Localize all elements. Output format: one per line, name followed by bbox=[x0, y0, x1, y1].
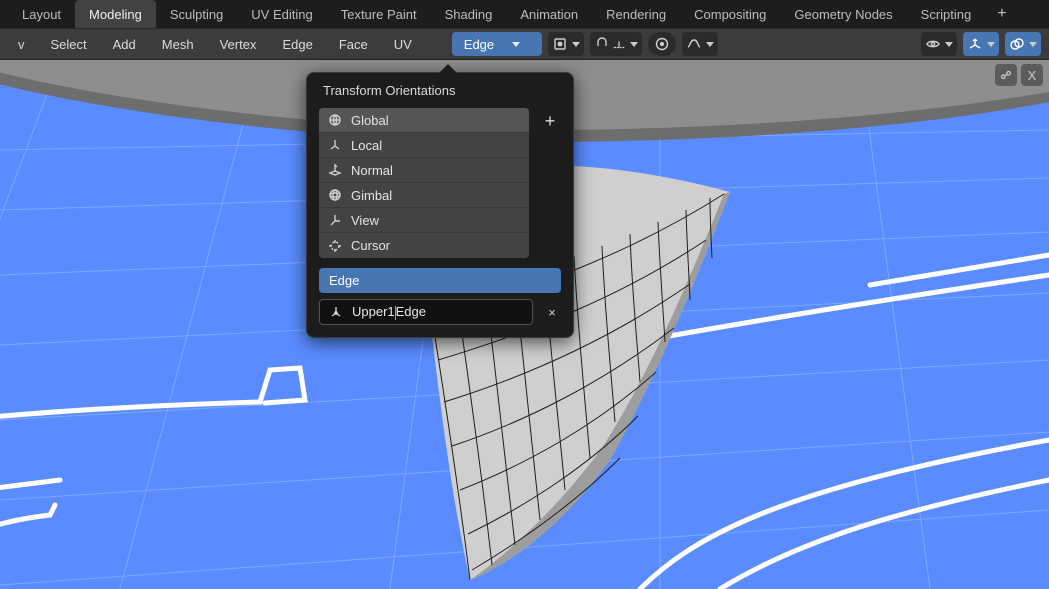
orientation-label: Cursor bbox=[351, 238, 390, 253]
remove-orientation-button[interactable]: × bbox=[543, 303, 561, 321]
pivot-icon bbox=[552, 36, 568, 52]
chevron-down-icon bbox=[630, 42, 638, 47]
orientation-label: Global bbox=[351, 113, 389, 128]
transform-orientation-dropdown[interactable]: Edge bbox=[452, 32, 542, 56]
proportional-edit-icon bbox=[654, 36, 670, 52]
workspace-tab-modeling[interactable]: Modeling bbox=[75, 0, 156, 28]
chevron-down-icon bbox=[706, 42, 714, 47]
orientation-active-row[interactable]: Edge bbox=[319, 268, 561, 293]
overlays-toggle[interactable] bbox=[1005, 32, 1041, 56]
menu-mesh[interactable]: Mesh bbox=[152, 32, 204, 56]
chevron-down-icon bbox=[987, 42, 995, 47]
workspace-tab-rendering[interactable]: Rendering bbox=[592, 0, 680, 28]
cursor-orientation-icon bbox=[327, 238, 343, 254]
menu-add[interactable]: Add bbox=[103, 32, 146, 56]
close-area-button[interactable]: X bbox=[1021, 64, 1043, 86]
orientation-list: Global Local Normal Gimbal bbox=[319, 108, 529, 258]
add-orientation-button[interactable]: + bbox=[539, 110, 561, 132]
snap-button[interactable] bbox=[590, 32, 642, 56]
gimbal-orientation-icon bbox=[327, 187, 343, 203]
orientation-item-view[interactable]: View bbox=[319, 208, 529, 233]
visibility-dropdown[interactable] bbox=[921, 32, 957, 56]
transform-orientations-popover: Transform Orientations Global Local Norm… bbox=[306, 72, 574, 338]
workspace-tab-compositing[interactable]: Compositing bbox=[680, 0, 780, 28]
orientation-rename-input[interactable]: Upper1Edge bbox=[319, 299, 533, 325]
orientation-rename-value: Upper1Edge bbox=[352, 304, 426, 320]
gizmo-toggle[interactable] bbox=[963, 32, 999, 56]
orientation-label: Normal bbox=[351, 163, 393, 178]
visibility-eye-icon bbox=[925, 36, 941, 52]
transform-orientation-label: Edge bbox=[464, 37, 494, 52]
global-orientation-icon bbox=[327, 112, 343, 128]
workspace-tab-scripting[interactable]: Scripting bbox=[907, 0, 986, 28]
gizmo-icon bbox=[967, 36, 983, 52]
orientation-item-cursor[interactable]: Cursor bbox=[319, 233, 529, 258]
orientation-label: Gimbal bbox=[351, 188, 392, 203]
snap-target-icon bbox=[612, 36, 626, 52]
snap-icon bbox=[594, 36, 610, 52]
chevron-down-icon bbox=[512, 42, 520, 47]
workspace-tabs-bar: Layout Modeling Sculpting UV Editing Tex… bbox=[0, 0, 1049, 28]
normal-orientation-icon bbox=[327, 162, 343, 178]
orientation-label: Local bbox=[351, 138, 382, 153]
orientation-item-local[interactable]: Local bbox=[319, 133, 529, 158]
menu-uv[interactable]: UV bbox=[384, 32, 422, 56]
proportional-edit-button[interactable] bbox=[648, 32, 676, 56]
menu-vertex[interactable]: Vertex bbox=[210, 32, 267, 56]
chevron-down-icon bbox=[1029, 42, 1037, 47]
gizmo-hint-icon[interactable] bbox=[995, 64, 1017, 86]
view-orientation-icon bbox=[327, 212, 343, 228]
orientation-label: View bbox=[351, 213, 379, 228]
workspace-tab-geometry-nodes[interactable]: Geometry Nodes bbox=[780, 0, 906, 28]
orientation-item-global[interactable]: Global bbox=[319, 108, 529, 133]
editmode-toolbar: v Select Add Mesh Vertex Edge Face UV Ed… bbox=[0, 28, 1049, 60]
waveform-icon bbox=[686, 36, 702, 52]
menu-edge[interactable]: Edge bbox=[272, 32, 322, 56]
workspace-tab-animation[interactable]: Animation bbox=[506, 0, 592, 28]
chevron-down-icon bbox=[572, 42, 580, 47]
orientation-active-label: Edge bbox=[329, 273, 359, 288]
workspace-tab-shading[interactable]: Shading bbox=[431, 0, 507, 28]
local-orientation-icon bbox=[327, 137, 343, 153]
orientation-item-gimbal[interactable]: Gimbal bbox=[319, 183, 529, 208]
menu-view-truncated[interactable]: v bbox=[8, 32, 35, 56]
custom-orientation-icon bbox=[328, 304, 344, 320]
workspace-tab-sculpting[interactable]: Sculpting bbox=[156, 0, 237, 28]
workspace-tab-layout[interactable]: Layout bbox=[8, 0, 75, 28]
chevron-down-icon bbox=[945, 42, 953, 47]
add-workspace-button[interactable]: + bbox=[985, 0, 1018, 28]
proportional-falloff-button[interactable] bbox=[682, 32, 718, 56]
popover-title: Transform Orientations bbox=[319, 83, 561, 98]
workspace-tab-texture-paint[interactable]: Texture Paint bbox=[327, 0, 431, 28]
menu-face[interactable]: Face bbox=[329, 32, 378, 56]
overlays-icon bbox=[1009, 36, 1025, 52]
pivot-point-button[interactable] bbox=[548, 32, 584, 56]
menu-select[interactable]: Select bbox=[41, 32, 97, 56]
orientation-item-normal[interactable]: Normal bbox=[319, 158, 529, 183]
workspace-tab-uv-editing[interactable]: UV Editing bbox=[237, 0, 326, 28]
